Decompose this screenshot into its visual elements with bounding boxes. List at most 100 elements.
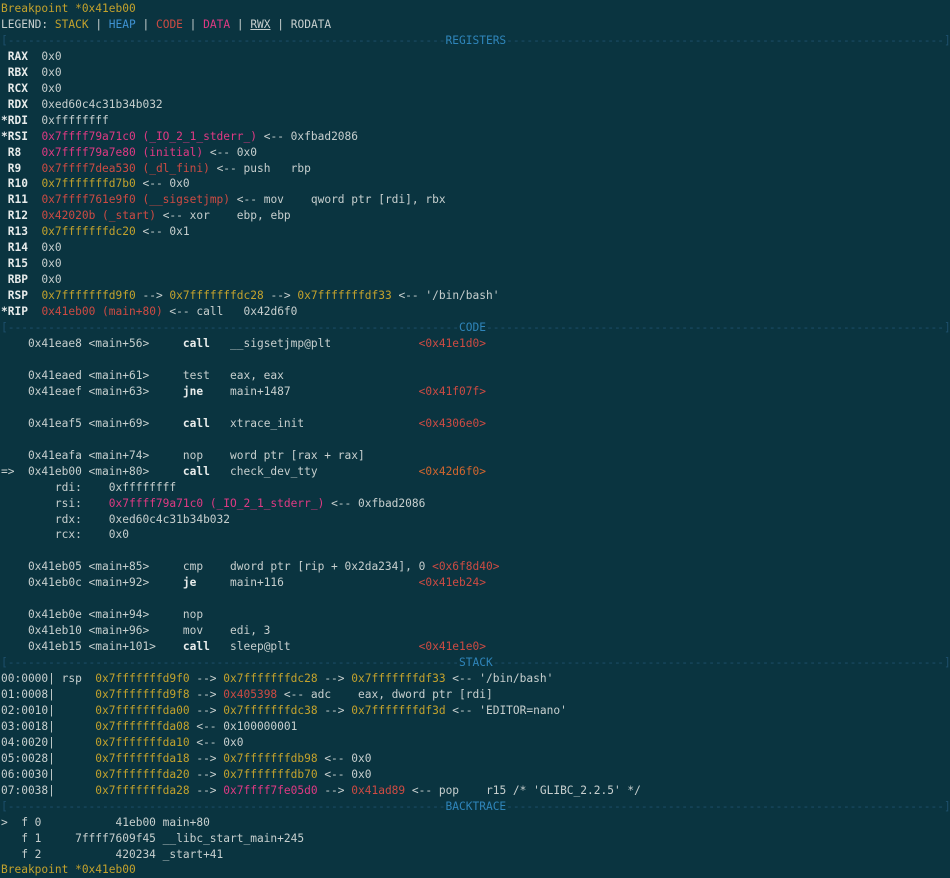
text-segment: 03:0018| [1, 720, 95, 733]
text-segment: 0x0 [28, 257, 62, 270]
backtrace-frame-0: > f 0 41eb00 main+80 [1, 815, 950, 831]
text-segment: 0x41eb05 <main+85> cmp dword ptr [rip + … [1, 560, 432, 573]
text-segment: <-- 0x1 [136, 225, 190, 238]
register-row-rip: *RIP 0x41eb00 (main+80) <-- call 0x42d6f… [1, 304, 950, 320]
stack-separator: [---------------------------------------… [1, 655, 950, 671]
breakpoint-message-bottom: Breakpoint *0x41eb00 [1, 862, 950, 878]
text-segment: 0x41eb15 <main+101> [1, 640, 183, 653]
text-segment: 07:0038| [1, 784, 95, 797]
text-segment: f 1 7ffff7609f45 __libc_start_main+245 [1, 832, 304, 845]
text-segment: rsi: [1, 497, 109, 510]
text-segment: --> [190, 688, 224, 701]
text-segment: <0x41eb24> [419, 576, 486, 589]
text-segment: <-- call 0x42d6f0 [163, 305, 298, 318]
text-segment: RDX [1, 98, 28, 111]
text-segment: HEAP [109, 18, 136, 31]
text-segment: <-- push rbp [210, 162, 311, 175]
register-row-rbx: RBX 0x0 [1, 65, 950, 81]
backtrace-frame-2: f 2 420234 _start+41 [1, 847, 950, 863]
text-segment: 0x7ffff7dea530 (_dl_fini) [41, 162, 209, 175]
code-line-0x41eb15: 0x41eb15 <main+101> call sleep@plt <0x41… [1, 639, 950, 655]
text-segment: | [89, 18, 109, 31]
text-segment [1, 433, 8, 446]
text-segment: 0x41eb0c <main+92> [1, 576, 183, 589]
text-segment: jne [183, 385, 203, 398]
text-segment: check_dev_tty [210, 465, 419, 478]
stack-row-01: 01:0008| 0x7fffffffd9f8 --> 0x405398 <--… [1, 687, 950, 703]
stack-row-04: 04:0020| 0x7fffffffda10 <-- 0x0 [1, 735, 950, 751]
stack-row-02: 02:0010| 0x7fffffffda00 --> 0x7fffffffdc… [1, 703, 950, 719]
text-segment: 04:0020| [1, 736, 95, 749]
register-row-r15: R15 0x0 [1, 256, 950, 272]
stack-row-06: 06:0030| 0x7fffffffda20 --> 0x7fffffffdb… [1, 767, 950, 783]
text-segment: 0x0 [28, 82, 62, 95]
text-segment: RSP [1, 289, 28, 302]
code-line-0x41eb10: 0x41eb10 <main+96> mov edi, 3 [1, 623, 950, 639]
text-segment: 0x41eae8 <main+56> [1, 337, 183, 350]
text-segment: je [183, 576, 196, 589]
text-segment: R13 [1, 225, 28, 238]
text-segment: 0x7fffffffdc28 [223, 672, 317, 685]
text-segment: --> [318, 784, 352, 797]
text-segment: 0x7fffffffdc28 [169, 289, 263, 302]
text-segment: <-- 0x0 [203, 146, 257, 159]
blank-line [1, 432, 950, 448]
text-segment: f 2 420234 _start+41 [1, 848, 223, 861]
text-segment: <0x41f07f> [419, 385, 486, 398]
register-row-r13: R13 0x7fffffffdc20 <-- 0x1 [1, 224, 950, 240]
text-segment: 0x7ffff761e9f0 (__sigsetjmp) [41, 193, 230, 206]
text-segment: <-- adc eax, dword ptr [rdi] [277, 688, 493, 701]
text-segment: DATA [203, 18, 230, 31]
code-line-0x41eb0e: 0x41eb0e <main+94> nop [1, 607, 950, 623]
text-segment: <-- 0x0 [190, 736, 244, 749]
text-segment [21, 146, 41, 159]
text-segment: <0x41e1e0> [419, 640, 486, 653]
text-segment: 0x7fffffffda18 [95, 752, 189, 765]
text-segment: 0x0 [28, 50, 62, 63]
backtrace-frame-1: f 1 7ffff7609f45 __libc_start_main+245 [1, 831, 950, 847]
text-segment: RBP [1, 273, 28, 286]
text-segment: > f 0 41eb00 main+80 [1, 816, 210, 829]
registers-separator: [---------------------------------------… [1, 33, 950, 49]
register-row-rdi: *RDI 0xffffffff [1, 113, 950, 129]
text-segment: 0x405398 [223, 688, 277, 701]
text-segment: 0x7fffffffdf33 [351, 672, 445, 685]
section-label: STACK [459, 656, 493, 669]
text-segment [28, 209, 41, 222]
code-line-0x41eaef: 0x41eaef <main+63> jne main+1487 <0x41f0… [1, 384, 950, 400]
text-segment: --> [264, 289, 298, 302]
text-segment: R12 [1, 209, 28, 222]
text-segment: 0x7ffff79a71c0 (_IO_2_1_stderr_) [41, 130, 257, 143]
text-segment [1, 353, 8, 366]
text-segment: 0x7fffffffd9f0 [95, 672, 189, 685]
text-segment: 0x41eaed <main+61> test eax, eax [1, 369, 284, 382]
code-line-0x41eae8: 0x41eae8 <main+56> call __sigsetjmp@plt … [1, 336, 950, 352]
section-label: BACKTRACE [446, 800, 507, 813]
text-segment: LEGEND: [1, 18, 55, 31]
text-segment: main+1487 [203, 385, 419, 398]
text-segment: <-- pop r15 /* 'GLIBC_2.2.5' */ [405, 784, 641, 797]
text-segment: 0xffffffff [28, 114, 109, 127]
text-segment: --> [318, 672, 352, 685]
text-segment: R15 [1, 257, 28, 270]
text-segment: | [136, 18, 156, 31]
backtrace-separator: [---------------------------------------… [1, 799, 950, 815]
text-segment: 0x7fffffffda00 [95, 704, 189, 717]
text-segment: => 0x41eb00 <main+80> [1, 465, 183, 478]
text-segment: | [183, 18, 203, 31]
text-segment: | [230, 18, 250, 31]
separator-dashes: ----------------------------------------… [493, 656, 950, 669]
text-segment: __sigsetjmp@plt [210, 337, 419, 350]
code-line-0x41eaed: 0x41eaed <main+61> test eax, eax [1, 368, 950, 384]
text-segment: rdi: 0xffffffff [1, 481, 176, 494]
code-line-0x41eb0c: 0x41eb0c <main+92> je main+116 <0x41eb24… [1, 575, 950, 591]
text-segment: 0x41eb00 (main+80) [41, 305, 162, 318]
text-segment: R8 [1, 146, 21, 159]
text-segment [28, 305, 41, 318]
text-segment: --> [190, 704, 224, 717]
text-segment: call [183, 465, 210, 478]
separator-dashes: [---------------------------------------… [1, 321, 459, 334]
separator-dashes: [---------------------------------------… [1, 800, 446, 813]
stack-row-07: 07:0038| 0x7fffffffda28 --> 0x7ffff7fe05… [1, 783, 950, 799]
text-segment: Breakpoint *0x41eb00 [1, 2, 136, 15]
